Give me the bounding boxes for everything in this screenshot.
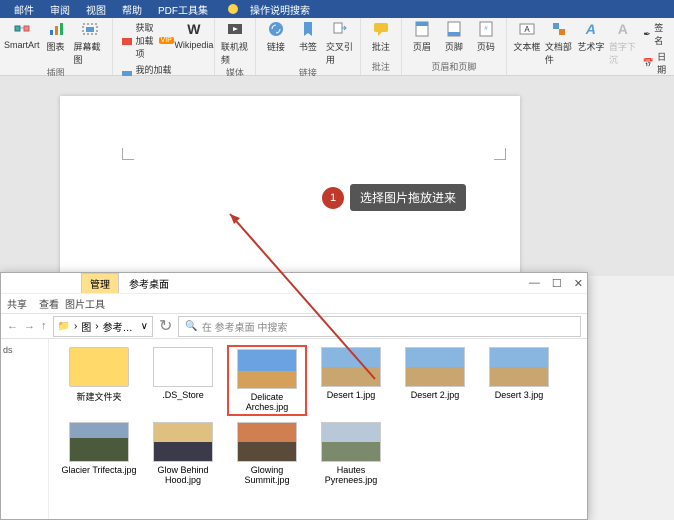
page-num-button[interactable]: #页码 xyxy=(472,20,500,53)
group-label-headerfooter: 页眉和页脚 xyxy=(408,60,500,75)
file-explorer: — ☐ ✕ 管理 参考桌面 共享 查看 图片工具 ← → ↑ 📁 › 图 › 参… xyxy=(0,272,588,520)
tab-mail[interactable]: 邮件 xyxy=(6,0,42,19)
header-icon xyxy=(413,20,431,38)
quick-parts-button[interactable]: 文档部件 xyxy=(545,20,573,66)
annotation-text: 选择图片拖放进来 xyxy=(350,184,466,211)
file-item[interactable]: Desert 1.jpg xyxy=(311,345,391,416)
signature-button[interactable]: ✒签名 xyxy=(641,20,669,48)
nav-up-button[interactable]: ↑ xyxy=(41,320,47,332)
lightbulb-icon xyxy=(228,4,238,14)
wordart-button[interactable]: A艺术字 xyxy=(577,20,605,53)
comment-button[interactable]: 批注 xyxy=(367,20,395,53)
explorer-view[interactable]: 查看 xyxy=(39,296,59,311)
store-icon xyxy=(121,35,133,47)
textbox-icon: A xyxy=(518,20,536,38)
group-label-comments: 批注 xyxy=(367,60,395,75)
maximize-button[interactable]: ☐ xyxy=(552,277,562,290)
bookmark-icon xyxy=(299,20,317,38)
tab-pdf[interactable]: PDF工具集 xyxy=(150,0,216,19)
online-video-button[interactable]: 联机视频 xyxy=(221,20,249,66)
explorer-share[interactable]: 共享 xyxy=(7,296,27,311)
explorer-search[interactable]: 🔍 在 参考桌面 中搜索 xyxy=(178,316,581,337)
sig-icon: ✒ xyxy=(643,28,651,40)
explorer-title: 参考桌面 xyxy=(119,274,179,293)
explorer-sidebar[interactable]: ds xyxy=(1,339,49,519)
video-icon xyxy=(226,20,244,38)
word-tabs: 邮件 审阅 视图 帮助 PDF工具集 操作说明搜索 xyxy=(0,0,674,18)
margin-marker xyxy=(494,148,506,160)
close-button[interactable]: ✕ xyxy=(574,277,583,290)
annotation-number: 1 xyxy=(322,187,344,209)
file-grid: 新建文件夹 .DS_Store Delicate Arches.jpg Dese… xyxy=(49,339,587,519)
explorer-tab-manage[interactable]: 管理 xyxy=(81,273,119,293)
wordart-icon: A xyxy=(582,20,600,38)
screenshot-icon xyxy=(81,20,99,38)
dropcap-button[interactable]: A首字下沉 xyxy=(609,20,637,66)
search-icon: 🔍 xyxy=(185,321,197,332)
screenshot-button[interactable]: 屏幕截图 xyxy=(74,20,106,66)
smartart-button[interactable]: SmartArt xyxy=(6,20,38,50)
svg-text:A: A xyxy=(524,25,530,34)
folder-icon: 📁 xyxy=(58,321,70,332)
pagenum-icon: # xyxy=(477,20,495,38)
chart-button[interactable]: 图表 xyxy=(42,20,70,53)
file-item[interactable]: Hautes Pyrenees.jpg xyxy=(311,420,391,487)
textbox-button[interactable]: A文本框 xyxy=(513,20,541,53)
refresh-button[interactable]: ↻ xyxy=(159,316,172,336)
margin-marker xyxy=(122,148,134,160)
breadcrumb[interactable]: 📁 › 图 › 参考… ∨ xyxy=(53,316,153,337)
date-button[interactable]: 📅日期 xyxy=(641,49,669,77)
vip-badge: VIP xyxy=(159,37,174,44)
wikipedia-icon: W xyxy=(185,20,203,38)
file-item[interactable]: .DS_Store xyxy=(143,345,223,416)
chart-icon xyxy=(47,20,65,38)
annotation: 1 选择图片拖放进来 xyxy=(322,184,466,211)
tab-review[interactable]: 审阅 xyxy=(42,0,78,19)
file-item[interactable]: Glacier Trifecta.jpg xyxy=(59,420,139,487)
minimize-button[interactable]: — xyxy=(529,277,540,290)
file-item[interactable]: Glowing Summit.jpg xyxy=(227,420,307,487)
file-item[interactable]: Glow Behind Hood.jpg xyxy=(143,420,223,487)
link-icon xyxy=(267,20,285,38)
file-item[interactable]: Desert 2.jpg xyxy=(395,345,475,416)
dropcap-icon: A xyxy=(614,20,632,38)
nav-back-button[interactable]: ← xyxy=(7,320,18,332)
parts-icon xyxy=(550,20,568,38)
date-icon: 📅 xyxy=(643,57,654,69)
file-item-selected[interactable]: Delicate Arches.jpg xyxy=(227,345,307,416)
document-area[interactable] xyxy=(0,76,674,276)
tab-help[interactable]: 帮助 xyxy=(114,0,150,19)
comment-icon xyxy=(372,20,390,38)
wikipedia-button[interactable]: WWikipedia xyxy=(180,20,208,50)
tab-view[interactable]: 视图 xyxy=(78,0,114,19)
explorer-pic-tools[interactable]: 图片工具 xyxy=(65,296,105,311)
link-button[interactable]: 链接 xyxy=(262,20,290,53)
bookmark-button[interactable]: 书签 xyxy=(294,20,322,53)
get-addins-button[interactable]: 获取加载项VIP xyxy=(119,20,176,61)
footer-button[interactable]: 页脚 xyxy=(440,20,468,53)
header-button[interactable]: 页眉 xyxy=(408,20,436,53)
folder-item[interactable]: 新建文件夹 xyxy=(59,345,139,416)
file-item[interactable]: Desert 3.jpg xyxy=(479,345,559,416)
ribbon: SmartArt 图表 屏幕截图 插图 获取加载项VIP 我的加载项 WWiki… xyxy=(0,18,674,76)
smartart-icon xyxy=(13,20,31,38)
cross-ref-button[interactable]: 交叉引用 xyxy=(326,20,354,66)
nav-fwd-button[interactable]: → xyxy=(24,320,35,332)
footer-icon xyxy=(445,20,463,38)
cross-ref-icon xyxy=(331,20,349,38)
